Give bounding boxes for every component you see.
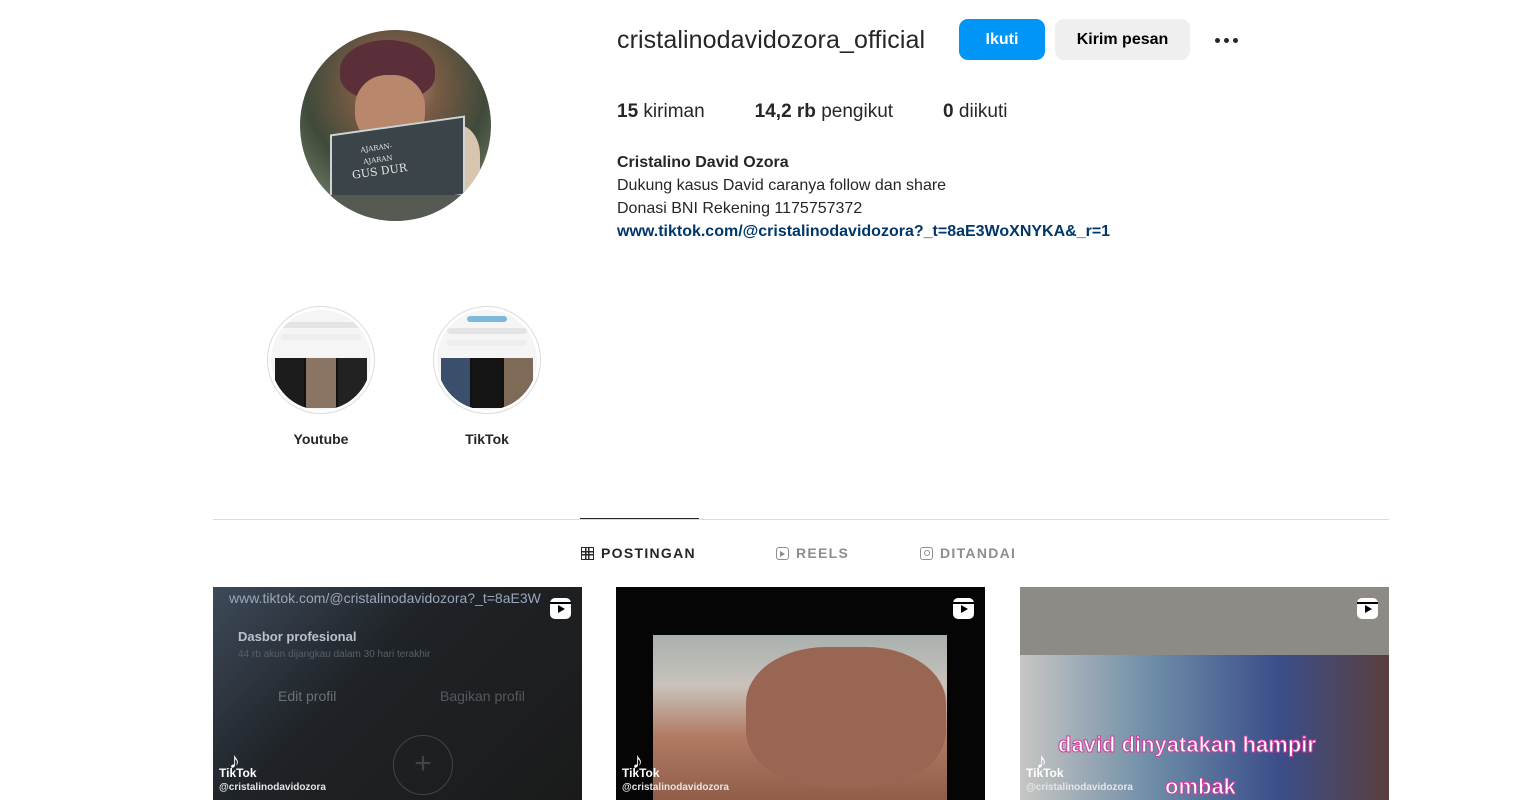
tab-label: REELS <box>796 545 850 561</box>
highlight-cover-thumbs <box>441 358 533 408</box>
highlight-youtube[interactable]: Youtube <box>267 306 375 447</box>
tabs-divider <box>213 519 1389 520</box>
highlight-label: TikTok <box>465 431 509 447</box>
tiktok-watermark: ♪ TikTok @cristalinodavidozora <box>622 748 729 794</box>
post-overlay-url: www.tiktok.com/@cristalinodavidozora?_t=… <box>229 590 541 606</box>
highlight-cover-bar <box>447 340 527 346</box>
tiktok-watermark: ♪ TikTok @cristalinodavidozora <box>219 748 326 794</box>
highlight-label: Youtube <box>293 431 349 447</box>
highlight-cover <box>271 310 371 410</box>
posts-count-stat: 15 kiriman <box>617 101 705 122</box>
highlight-cover-thumbs <box>275 358 367 408</box>
active-tab-indicator <box>580 518 699 519</box>
highlight-ring <box>433 306 541 414</box>
tab-tagged[interactable]: DITANDAI <box>920 545 1016 561</box>
plus-icon: + <box>393 735 453 795</box>
bio-line-1: Dukung kasus David caranya follow dan sh… <box>617 177 947 194</box>
post-thumbnail[interactable]: david dinyatakan hampir ombak ♪ TikTok @… <box>1020 587 1389 800</box>
profile-avatar[interactable]: AJARAN-AJARAN GUS DUR <box>300 30 491 221</box>
reel-icon <box>953 598 974 619</box>
profile-username: cristalinodavidozora_official <box>617 26 926 54</box>
post-overlay-dashboard-sub: 44 rb akun dijangkau dalam 30 hari terak… <box>238 649 431 660</box>
grid-icon <box>581 546 594 560</box>
tab-label: POSTINGAN <box>601 545 696 561</box>
highlight-ring <box>267 306 375 414</box>
followers-stat[interactable]: 14,2 rb pengikut <box>755 101 893 123</box>
post-caption-line-2: ombak <box>1165 774 1237 800</box>
following-stat[interactable]: 0 diikuti <box>943 101 1007 123</box>
highlight-cover-bar <box>467 316 507 322</box>
post-overlay-dashboard: Dasbor profesional <box>238 629 357 644</box>
reels-icon <box>776 546 789 560</box>
profile-full-name: Cristalino David Ozora <box>617 154 789 171</box>
highlight-cover <box>437 310 537 410</box>
more-options-icon[interactable] <box>1210 24 1242 56</box>
bio-external-link[interactable]: www.tiktok.com/@cristalinodavidozora?_t=… <box>617 223 1110 241</box>
avatar-shirt <box>300 195 491 221</box>
send-message-button[interactable]: Kirim pesan <box>1055 19 1190 60</box>
tab-reels[interactable]: REELS <box>776 545 849 561</box>
profile-stats: 15 kiriman 14,2 rb pengikut 0 diikuti <box>617 101 1057 123</box>
reel-icon <box>1357 598 1378 619</box>
highlight-cover-bar <box>447 328 527 334</box>
highlight-tiktok[interactable]: TikTok <box>433 306 541 447</box>
post-thumbnail[interactable]: www.tiktok.com/@cristalinodavidozora?_t=… <box>213 587 582 800</box>
tiktok-watermark: ♪ TikTok @cristalinodavidozora <box>1026 748 1133 794</box>
tagged-icon <box>920 546 933 560</box>
post-overlay-edit: Edit profil <box>278 688 337 704</box>
follow-button[interactable]: Ikuti <box>959 19 1045 60</box>
post-photo-subject <box>746 647 946 787</box>
post-overlay-share: Bagikan profil <box>440 688 525 704</box>
bio-line-2: Donasi BNI Rekening 1175757372 <box>617 200 863 217</box>
highlight-cover-bar <box>281 334 361 340</box>
tab-posts[interactable]: POSTINGAN <box>581 545 696 561</box>
post-thumbnail[interactable]: ♪ TikTok @cristalinodavidozora <box>616 587 985 800</box>
highlight-cover-bar <box>281 322 361 328</box>
tab-label: DITANDAI <box>940 545 1017 561</box>
reel-icon <box>550 598 571 619</box>
